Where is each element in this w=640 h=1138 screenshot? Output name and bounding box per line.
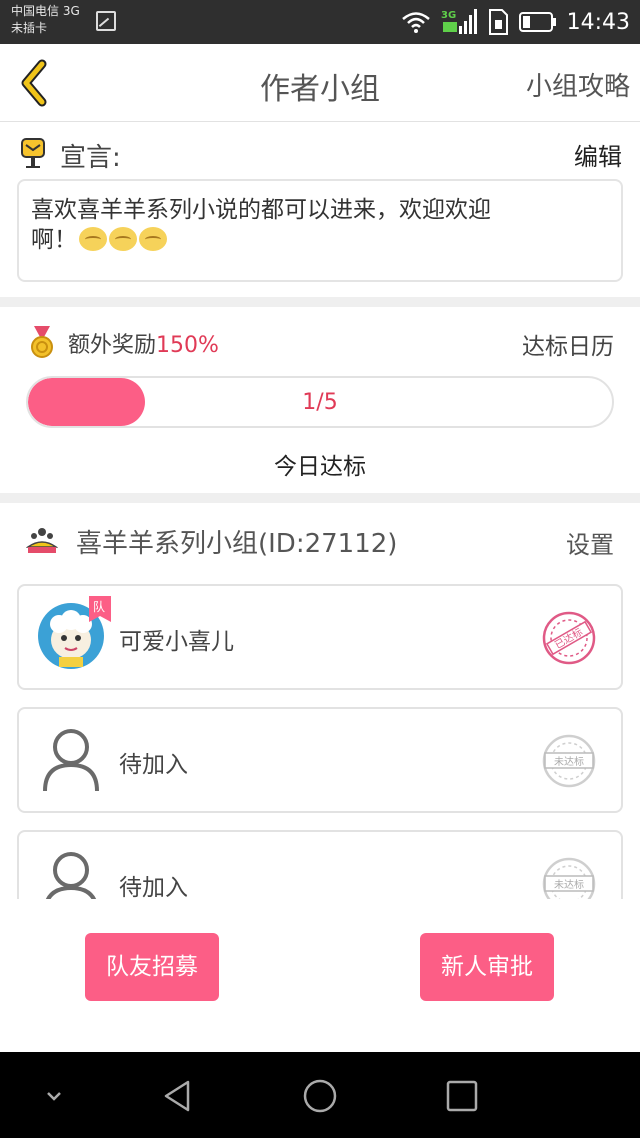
extra-reward-text: 额外奖励 (68, 333, 157, 358)
image-icon (96, 11, 116, 31)
member-card[interactable]: 待加入 未达标 (17, 707, 623, 813)
declaration-line-1: 喜欢喜羊羊系列小说的都可以进来，欢迎欢迎 (31, 197, 491, 223)
member-card[interactable]: 队 可爱小喜儿 已达标 (17, 584, 623, 690)
member-name: 待加入 (119, 875, 188, 899)
group-section: 喜羊羊系列小组(ID:27112) 设置 队 可爱小喜儿 已达标 待加入 未达标… (0, 503, 640, 899)
user-placeholder-icon (46, 852, 96, 899)
leader-badge-label: 队 (93, 600, 106, 614)
declaration-text: 喜欢喜羊羊系列小说的都可以进来，欢迎欢迎 啊！ (17, 179, 623, 282)
smile-emoji-icon (109, 227, 137, 251)
member-card[interactable]: 待加入 未达标 (17, 830, 623, 899)
chevron-down-icon[interactable] (32, 1074, 76, 1118)
edit-button[interactable]: 编辑 (574, 137, 622, 172)
group-guide-link[interactable]: 小组攻略 (526, 66, 630, 103)
progress-bar: 1/5 (26, 376, 614, 428)
smile-emoji-icon (79, 227, 107, 251)
medal-icon (31, 326, 53, 358)
group-settings-link[interactable]: 设置 (566, 525, 614, 560)
system-nav-bar (0, 1052, 640, 1138)
team-icon (26, 528, 58, 553)
section-divider (0, 297, 640, 307)
action-bar: 队友招募 新人审批 (0, 899, 640, 1052)
not-achieved-stamp-text: 未达标 (554, 757, 584, 768)
home-circle-icon[interactable] (298, 1074, 342, 1118)
recruit-teammates-button[interactable]: 队友招募 (85, 933, 219, 1001)
signal-3g-icon: 3G (441, 9, 477, 34)
battery-icon (518, 12, 556, 32)
leader-badge-icon (89, 596, 111, 622)
back-triangle-icon[interactable] (156, 1074, 200, 1118)
section-divider (0, 493, 640, 503)
progress-text: 1/5 (302, 390, 338, 415)
not-achieved-stamp-text: 未达标 (554, 880, 584, 891)
declaration-label: 宣言: (60, 143, 121, 173)
member-name: 可爱小喜儿 (119, 629, 234, 655)
user-placeholder-icon (43, 729, 99, 792)
recent-square-icon[interactable] (440, 1074, 484, 1118)
declaration-header: 宣言: 编辑 (18, 135, 622, 173)
clock: 14:43 (566, 9, 630, 35)
sim-status: 未插卡 (11, 21, 48, 35)
carrier-info: 中国电信 3G 未插卡 (11, 3, 80, 37)
member-name: 待加入 (119, 752, 188, 778)
sim-icon (488, 9, 508, 35)
declaration-section: 宣言: 编辑 喜欢喜羊羊系列小说的都可以进来，欢迎欢迎 啊！ (0, 123, 640, 297)
extra-reward-percent: 150% (156, 333, 219, 358)
mailbox-icon (21, 138, 45, 168)
today-status: 今日达标 (274, 454, 366, 480)
wifi-icon (401, 12, 430, 33)
reward-section: 额外奖励150% 达标日历 1/5 今日达标 (0, 307, 640, 493)
smile-emoji-icon (139, 227, 167, 251)
group-title: 喜羊羊系列小组(ID:27112) (76, 529, 398, 559)
declaration-line-2: 啊！ (31, 225, 609, 255)
approve-newcomers-button[interactable]: 新人审批 (420, 933, 554, 1001)
carrier-name: 中国电信 3G (11, 4, 80, 18)
extra-reward-label: 额外奖励150% (68, 327, 219, 359)
status-icons: 3G 14:43 (401, 6, 630, 38)
calendar-link[interactable]: 达标日历 (522, 327, 614, 361)
declaration-line-2-text: 啊！ (31, 227, 77, 253)
svg-text:3G: 3G (441, 10, 456, 21)
app-header: 作者小组 小组攻略 (0, 44, 640, 122)
status-bar: 中国电信 3G 未插卡 3G 14:43 (0, 0, 640, 44)
